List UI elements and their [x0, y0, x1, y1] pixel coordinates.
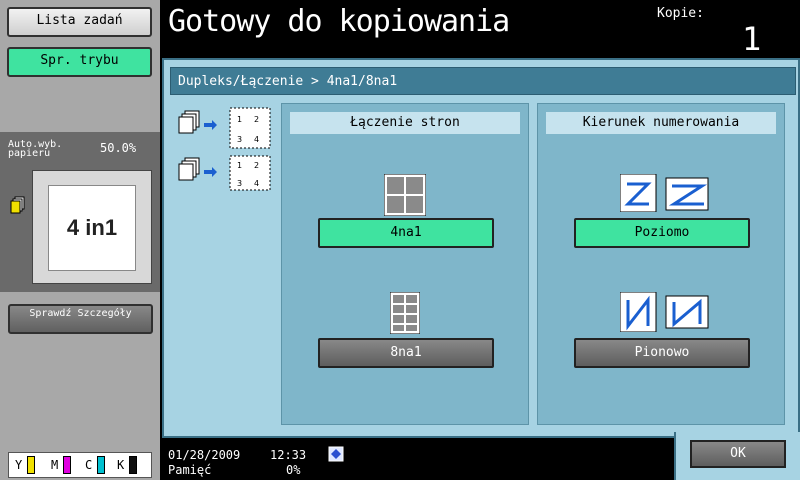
check-mode-button[interactable]: Spr. trybu [7, 47, 152, 77]
toner-levels: Y M C K [8, 452, 152, 478]
combine-summary-icon: 1 2 3 4 1 2 3 4 [178, 107, 271, 191]
side-digit-3b: 3 [237, 179, 242, 188]
toner-label-c: C [85, 458, 93, 472]
breadcrumb: Dupleks/Łączenie > 4na1/8na1 [170, 67, 796, 95]
time: 12:33 [270, 448, 307, 462]
network-icon [328, 446, 344, 462]
toner-label-y: Y [15, 458, 23, 472]
toner-bar-y [27, 456, 35, 474]
ok-button[interactable]: OK [690, 440, 786, 468]
side-digit-4b: 4 [254, 179, 259, 188]
auto-paper-label: Auto.wyb. papieru [8, 139, 63, 159]
toner-label-m: M [51, 458, 59, 472]
paper-stack-icon [10, 196, 25, 214]
paper-preview: 4 in1 [32, 170, 152, 284]
main-panel: Dupleks/Łączenie > 4na1/8na1 1 2 3 4 1 2… [162, 58, 800, 438]
vertical-order-icon [620, 292, 709, 332]
side-digit-2: 2 [254, 115, 259, 124]
toner-label-k: K [117, 458, 125, 472]
grid-2x2-icon [384, 174, 426, 216]
numbering-direction-heading: Kierunek numerowania [546, 112, 776, 134]
ok-area: OK [674, 432, 800, 480]
grid-2x4-icon [390, 292, 420, 334]
copies-label: Kopie: [657, 6, 704, 21]
vertical-button[interactable]: Pionowo [574, 338, 750, 368]
preview-text: 4 in1 [48, 185, 136, 271]
status-title: Gotowy do kopiowania [168, 4, 510, 39]
combine-pages-section: Łączenie stron 4na1 8na1 [281, 103, 529, 425]
combine-8in1-button[interactable]: 8na1 [318, 338, 494, 368]
date: 01/28/2009 [168, 448, 241, 462]
numbering-direction-section: Kierunek numerowania Poziomo Pionowo [537, 103, 785, 425]
memory-value: 0% [286, 463, 301, 477]
copies-value: 1 [742, 20, 762, 58]
horizontal-order-icon [620, 174, 709, 212]
combine-4in1-button[interactable]: 4na1 [318, 218, 494, 248]
check-details-button[interactable]: Sprawdź Szczegóły [8, 304, 153, 334]
combine-pages-heading: Łączenie stron [290, 112, 520, 134]
toner-bar-c [97, 456, 105, 474]
side-digit-2b: 2 [254, 161, 259, 170]
memory-label: Pamięć [168, 463, 212, 477]
zoom-value: 50.0% [100, 141, 137, 155]
side-digit-4: 4 [254, 135, 259, 144]
toner-bar-k [129, 456, 137, 474]
left-panel: Lista zadań Spr. trybu Auto.wyb. papieru… [0, 0, 160, 480]
side-digit-1: 1 [237, 115, 242, 124]
side-digit-3: 3 [237, 135, 242, 144]
job-list-button[interactable]: Lista zadań [7, 7, 152, 37]
toner-bar-m [63, 456, 71, 474]
side-digit-1b: 1 [237, 161, 242, 170]
horizontal-button[interactable]: Poziomo [574, 218, 750, 248]
